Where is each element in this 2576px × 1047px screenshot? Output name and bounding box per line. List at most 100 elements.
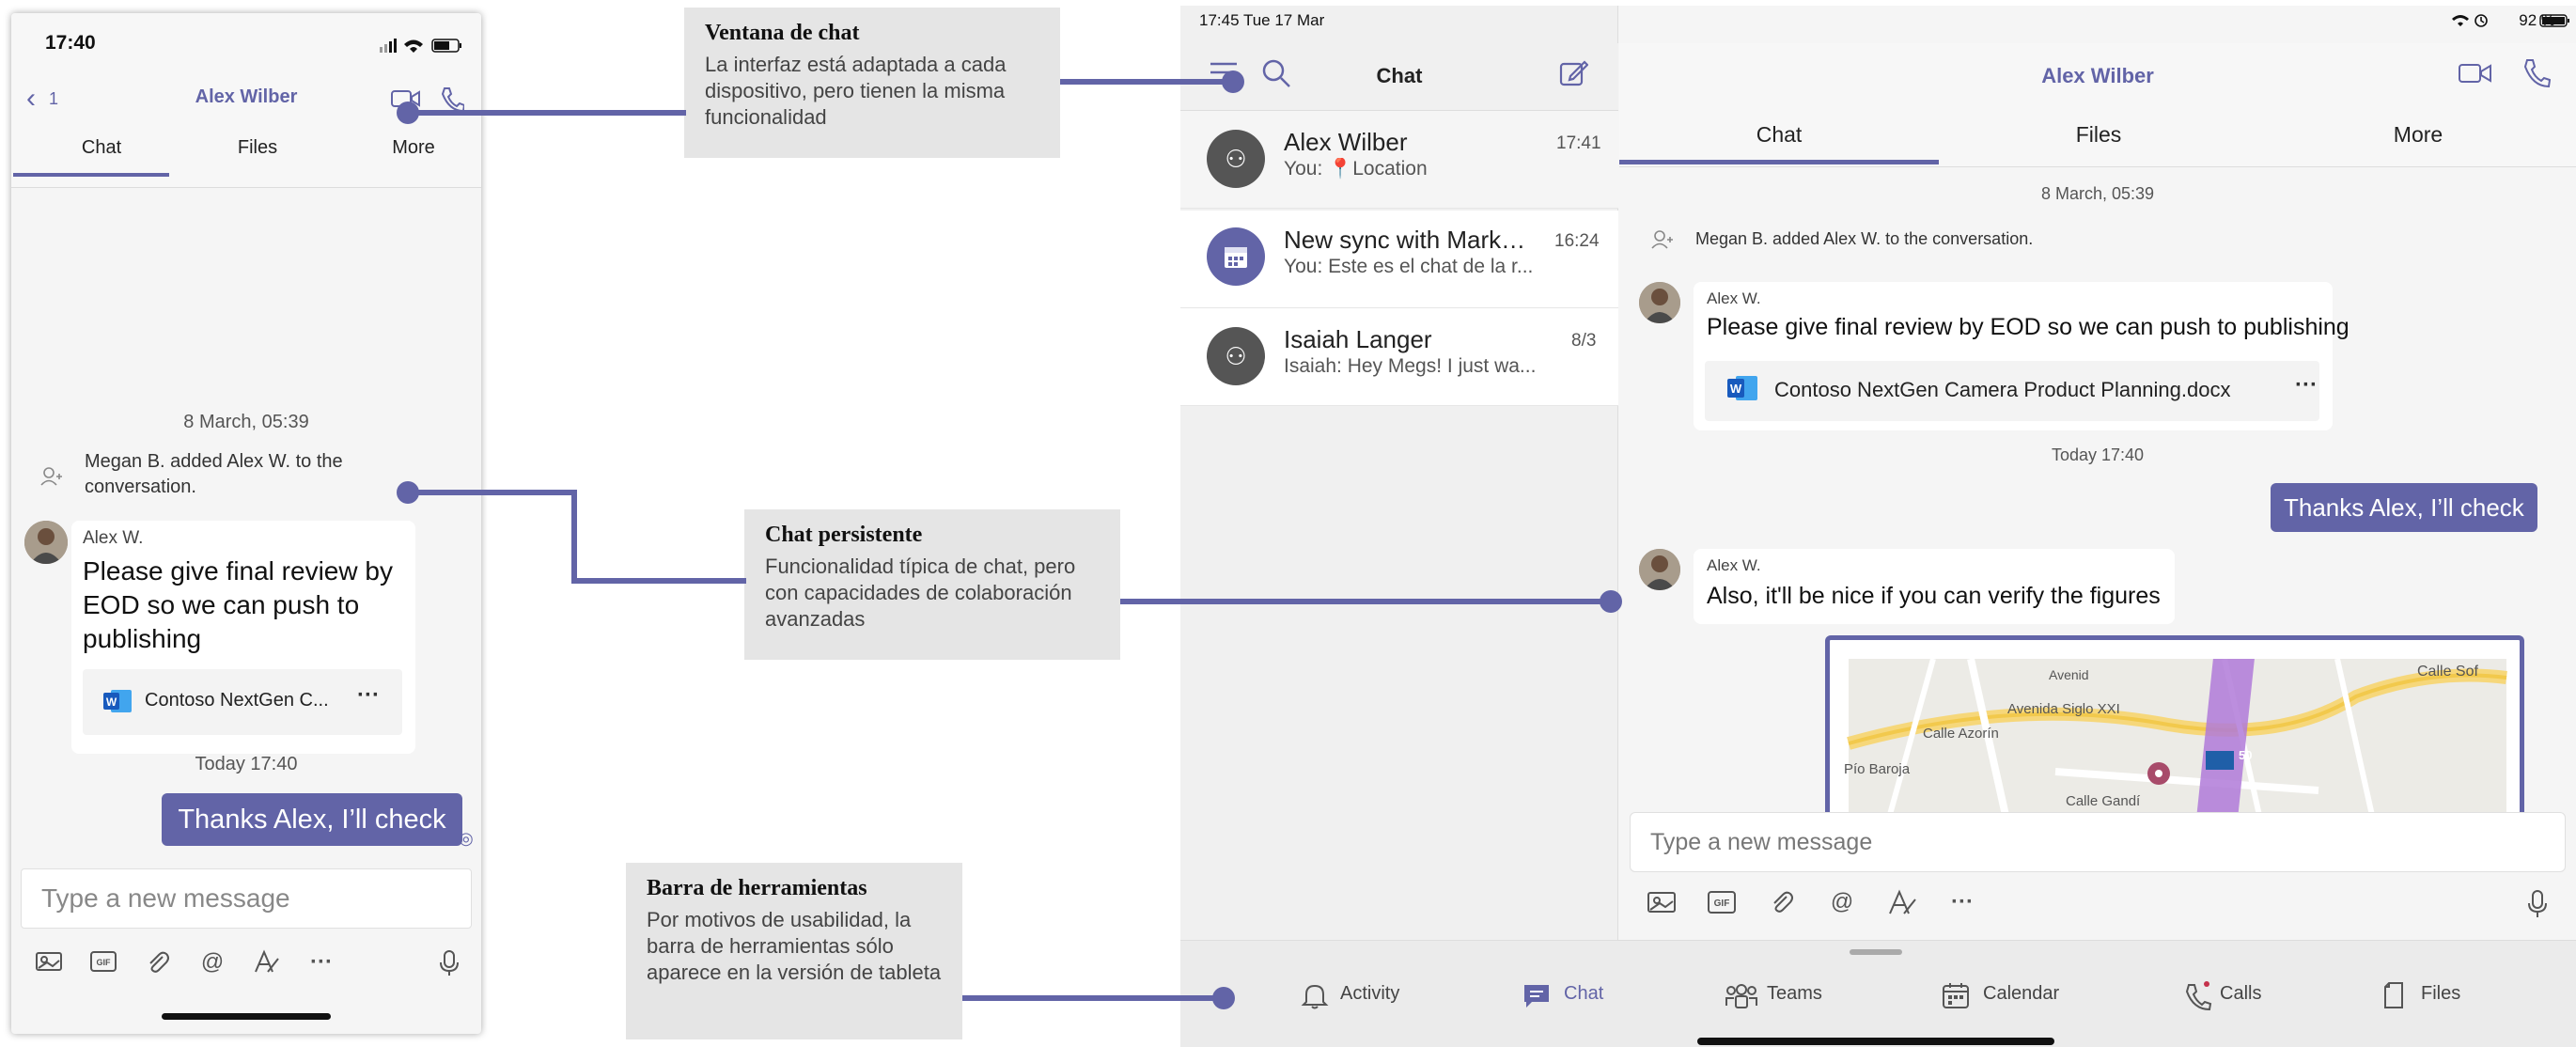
image-icon[interactable] — [32, 949, 66, 983]
phone-signal-icons — [380, 36, 464, 59]
file-name: Contoso NextGen Camera Product Planning.… — [1774, 378, 2231, 401]
phone-status-time: 17:40 — [45, 32, 96, 54]
map-label: 50 — [2239, 748, 2253, 762]
avatar[interactable] — [1639, 282, 1680, 323]
callout-persistent-chat: Chat persistente Funcionalidad típica de… — [744, 509, 1120, 660]
mention-icon[interactable]: @ — [195, 949, 229, 983]
bottom-tab-chat[interactable]: Chat — [1564, 983, 1603, 1005]
add-person-icon — [39, 466, 64, 492]
system-message: Megan B. added Alex W. to the conversati… — [1695, 229, 2034, 248]
today-divider: Today 17:40 — [2051, 445, 2145, 464]
tab-chat[interactable]: Chat — [1619, 122, 1939, 148]
callout-body: Por motivos de usabilidad, la barra de h… — [647, 908, 942, 984]
calls-icon[interactable] — [2184, 981, 2212, 1016]
connector-line — [406, 490, 575, 495]
phone-screen: 17:40 ‹ 1 Alex Wilber Chat Files More 8 … — [11, 13, 481, 1034]
word-icon: W — [1727, 374, 1757, 407]
connector-line — [962, 995, 1222, 1001]
conversation-title: Alex Wilber — [2041, 64, 2154, 87]
message-input-placeholder: Type a new message — [1650, 829, 1873, 855]
connector-line — [571, 578, 746, 584]
connector-dot — [397, 481, 419, 504]
svg-text:W: W — [106, 695, 117, 709]
svg-text:GIF: GIF — [1714, 899, 1730, 909]
mention-icon[interactable]: @ — [1823, 889, 1861, 923]
phone-tab-files[interactable]: Files — [182, 137, 333, 159]
my-message-bubble: Thanks Alex, I’ll check — [2271, 483, 2537, 532]
video-call-icon[interactable] — [2459, 62, 2492, 89]
microphone-icon[interactable] — [432, 949, 466, 983]
bottom-tab-calls[interactable]: Calls — [2220, 983, 2261, 1005]
message-input-placeholder: Type a new message — [41, 883, 290, 913]
tab-files[interactable]: Files — [1939, 122, 2258, 148]
map-label: Calle Azorín — [1923, 726, 1999, 742]
tablet-screen: 17:45 Tue 17 Mar 92 % Chat ⚇ Alex Wilber… — [1180, 6, 2576, 1047]
callout-title: Barra de herramientas — [647, 876, 867, 900]
bottom-tab-calendar[interactable]: Calendar — [1983, 983, 2059, 1005]
map-label: Calle Sof — [2417, 664, 2478, 680]
svg-text:GIF: GIF — [97, 958, 112, 967]
message-text: Also, it'll be nice if you can verify th… — [1707, 583, 2161, 609]
message-sender: Alex W. — [83, 528, 144, 548]
connector-line — [1120, 599, 1613, 604]
calendar-icon[interactable] — [1942, 981, 1970, 1014]
map-label: Calle Gandí — [2066, 793, 2141, 809]
callout-body: Funcionalidad típica de chat, pero con c… — [765, 555, 1076, 631]
chat-list-title: Chat — [1376, 64, 1423, 87]
tablet-status-time: 17:45 Tue 17 Mar — [1199, 11, 1325, 29]
format-icon[interactable] — [1883, 889, 1921, 923]
connector-dot — [1600, 590, 1622, 613]
gif-icon[interactable]: GIF — [1703, 889, 1741, 923]
file-more-icon[interactable]: ··· — [357, 682, 380, 709]
chat-item-time: 17:41 — [1556, 133, 1601, 153]
teams-icon[interactable] — [1724, 983, 1759, 1014]
read-receipt-icon: ◎ — [459, 829, 474, 848]
map-label: Avenid — [2049, 667, 2089, 682]
bottom-tab-teams[interactable]: Teams — [1767, 983, 1822, 1005]
word-icon: W — [103, 688, 132, 719]
chat-icon[interactable] — [1522, 983, 1551, 1014]
gif-icon[interactable]: GIF — [86, 949, 120, 983]
group-avatar-icon: ⚇ — [1207, 130, 1265, 188]
more-options-icon[interactable]: ··· — [1944, 889, 1981, 923]
image-icon[interactable] — [1643, 889, 1680, 923]
message-sender: Alex W. — [1707, 556, 1761, 574]
chat-item-time: 16:24 — [1554, 231, 1600, 251]
connector-dot — [1222, 70, 1244, 93]
format-icon[interactable] — [250, 949, 284, 983]
chat-item-preview: Isaiah: Hey Megs! I just wa... — [1284, 355, 1537, 377]
chat-item-name: Alex Wilber — [1284, 128, 1408, 156]
home-indicator — [162, 1013, 331, 1020]
chat-item-name: Isaiah Langer — [1284, 325, 1432, 353]
tab-more[interactable]: More — [2258, 122, 2576, 148]
conversation-header — [1619, 43, 2576, 167]
battery-icon — [2539, 13, 2571, 33]
more-options-icon[interactable]: ··· — [304, 949, 338, 983]
attach-icon[interactable] — [1763, 889, 1801, 923]
bottom-tab-files[interactable]: Files — [2421, 983, 2460, 1005]
activity-icon[interactable] — [1301, 981, 1329, 1014]
compose-icon[interactable] — [1558, 58, 1589, 93]
avatar[interactable] — [1639, 549, 1680, 590]
microphone-icon[interactable] — [2519, 889, 2556, 923]
attach-icon[interactable] — [141, 949, 175, 983]
callout-chat-window: Ventana de chat La interfaz está adaptad… — [684, 8, 1060, 158]
message-text: Please give final review by EOD so we ca… — [83, 556, 393, 653]
file-more-icon[interactable]: ··· — [2295, 372, 2318, 398]
phone-tab-more[interactable]: More — [338, 137, 481, 159]
phone-call-icon[interactable] — [2522, 58, 2552, 93]
calendar-avatar-icon — [1207, 227, 1265, 286]
files-icon[interactable] — [2381, 981, 2406, 1014]
bottom-tab-activity[interactable]: Activity — [1340, 983, 1399, 1005]
wifi-icon — [2451, 13, 2492, 33]
phone-tab-chat[interactable]: Chat — [26, 137, 177, 159]
message-sender: Alex W. — [1707, 289, 1761, 307]
callout-title: Ventana de chat — [705, 21, 860, 45]
avatar[interactable] — [24, 521, 68, 564]
callout-toolbar: Barra de herramientas Por motivos de usa… — [626, 863, 962, 1039]
connector-line — [571, 490, 577, 584]
home-indicator — [1697, 1038, 2054, 1045]
connector-dot — [1212, 987, 1235, 1009]
date-divider: 8 March, 05:39 — [2040, 184, 2155, 203]
drag-handle[interactable] — [1850, 949, 1902, 955]
